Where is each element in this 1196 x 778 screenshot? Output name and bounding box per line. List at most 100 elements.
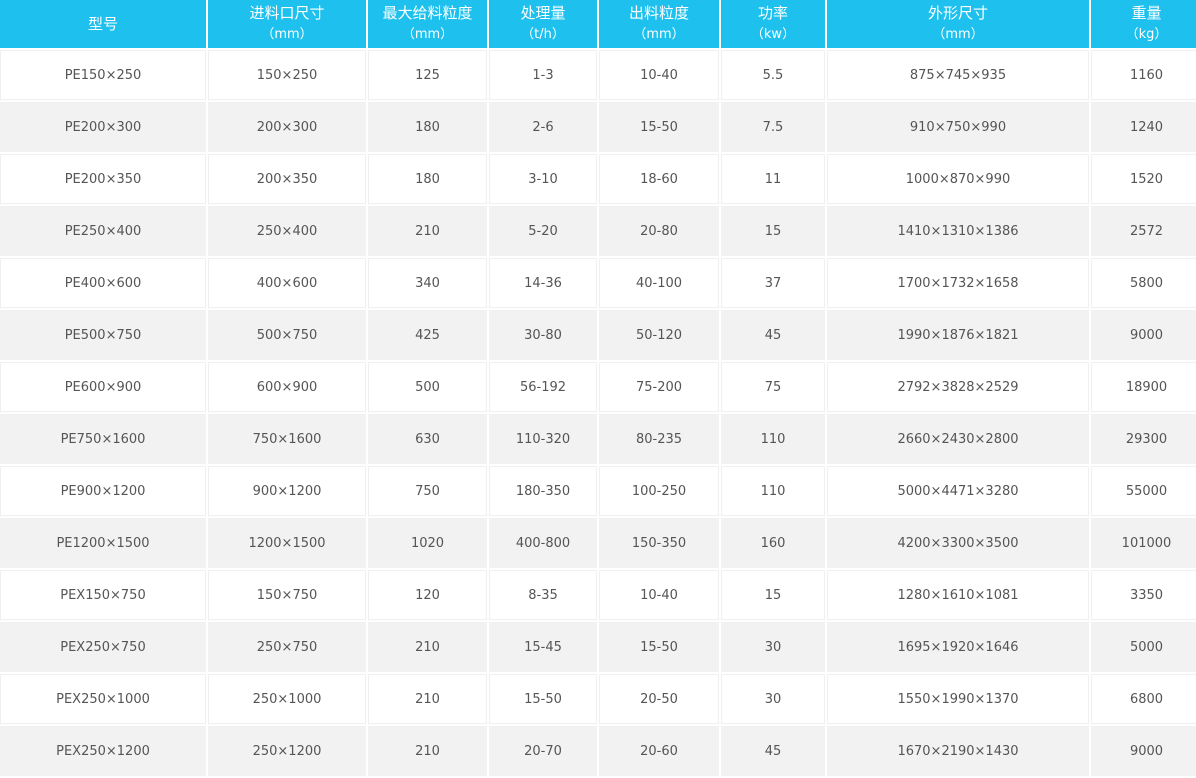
cell-capacity: 400-800 <box>489 518 597 568</box>
cell-output-size: 80-235 <box>599 414 719 464</box>
col-header-unit: （kg） <box>1125 27 1168 42</box>
cell-capacity: 2-6 <box>489 102 597 152</box>
col-header-unit: （mm） <box>633 27 685 42</box>
cell-max-feed: 180 <box>368 102 487 152</box>
cell-feed-opening: 900×1200 <box>208 466 366 516</box>
cell-max-feed: 210 <box>368 674 487 724</box>
table-row: PE500×750 500×750 425 30-80 50-120 45 1990×187… <box>0 310 1196 360</box>
cell-max-feed: 210 <box>368 726 487 776</box>
cell-feed-opening: 500×750 <box>208 310 366 360</box>
cell-capacity: 15-45 <box>489 622 597 672</box>
col-header-weight: 重量 （kg） <box>1091 0 1196 48</box>
cell-weight: 55000 <box>1091 466 1196 516</box>
table-row: PEX250×1200 250×1200 210 20-70 20-60 45 1670×2… <box>0 726 1196 776</box>
cell-feed-opening: 600×900 <box>208 362 366 412</box>
cell-model: PEX150×750 <box>0 570 206 620</box>
col-header-feed-opening: 进料口尺寸 （mm） <box>208 0 366 48</box>
cell-capacity: 14-36 <box>489 258 597 308</box>
cell-dimensions: 5000×4471×3280 <box>827 466 1089 516</box>
table-row: PE1200×1500 1200×1500 1020 400-800 150-350 16… <box>0 518 1196 568</box>
cell-dimensions: 1990×1876×1821 <box>827 310 1089 360</box>
header-row: 型号 进料口尺寸 （mm） 最大给料粒度 （mm） 处理量 （t/h） 出料粒度… <box>0 0 1196 48</box>
col-header-unit: （mm） <box>401 27 454 42</box>
cell-capacity: 8-35 <box>489 570 597 620</box>
col-header-unit: （t/h） <box>521 27 565 42</box>
col-header-label: 功率 <box>757 4 788 22</box>
cell-model: PE500×750 <box>0 310 206 360</box>
cell-dimensions: 1695×1920×1646 <box>827 622 1089 672</box>
cell-output-size: 15-50 <box>599 622 719 672</box>
col-header-max-feed: 最大给料粒度 （mm） <box>368 0 487 48</box>
table-row: PEX150×750 150×750 120 8-35 10-40 15 1280×1610… <box>0 570 1196 620</box>
cell-model: PE400×600 <box>0 258 206 308</box>
cell-weight: 101000 <box>1091 518 1196 568</box>
cell-weight: 2572 <box>1091 206 1196 256</box>
cell-max-feed: 500 <box>368 362 487 412</box>
cell-max-feed: 750 <box>368 466 487 516</box>
cell-output-size: 18-60 <box>599 154 719 204</box>
table-row: PE250×400 250×400 210 5-20 20-80 15 1410×1310×… <box>0 206 1196 256</box>
spec-table: 型号 进料口尺寸 （mm） 最大给料粒度 （mm） 处理量 （t/h） 出料粒度… <box>0 0 1196 778</box>
cell-power: 110 <box>721 466 825 516</box>
table-row: PE200×300 200×300 180 2-6 15-50 7.5 910×750×99… <box>0 102 1196 152</box>
cell-output-size: 20-80 <box>599 206 719 256</box>
cell-capacity: 5-20 <box>489 206 597 256</box>
cell-weight: 5000 <box>1091 622 1196 672</box>
col-header-label: 进料口尺寸 <box>249 4 325 22</box>
cell-dimensions: 1410×1310×1386 <box>827 206 1089 256</box>
cell-feed-opening: 250×1200 <box>208 726 366 776</box>
cell-weight: 9000 <box>1091 726 1196 776</box>
cell-model: PEX250×1000 <box>0 674 206 724</box>
col-header-label: 外形尺寸 <box>927 4 988 22</box>
cell-output-size: 150-350 <box>599 518 719 568</box>
table-row: PEX250×750 250×750 210 15-45 15-50 30 1695×192… <box>0 622 1196 672</box>
cell-dimensions: 1000×870×990 <box>827 154 1089 204</box>
cell-weight: 5800 <box>1091 258 1196 308</box>
cell-feed-opening: 250×750 <box>208 622 366 672</box>
cell-output-size: 10-40 <box>599 50 719 100</box>
col-header-label: 重量 <box>1131 4 1162 22</box>
cell-capacity: 30-80 <box>489 310 597 360</box>
cell-max-feed: 180 <box>368 154 487 204</box>
col-header-label: 出料粒度 <box>628 4 689 22</box>
cell-output-size: 10-40 <box>599 570 719 620</box>
cell-weight: 1240 <box>1091 102 1196 152</box>
col-header-power: 功率 （kw） <box>721 0 825 48</box>
table-body: PE150×250 150×250 125 1-3 10-40 5.5 875×745×93… <box>0 50 1196 776</box>
cell-power: 45 <box>721 726 825 776</box>
cell-feed-opening: 200×350 <box>208 154 366 204</box>
table-row: PE900×1200 900×1200 750 180-350 100-250 110 50… <box>0 466 1196 516</box>
cell-power: 7.5 <box>721 102 825 152</box>
col-header-label: 型号 <box>87 14 118 33</box>
cell-max-feed: 125 <box>368 50 487 100</box>
cell-model: PE1200×1500 <box>0 518 206 568</box>
cell-power: 15 <box>721 570 825 620</box>
col-header-dimensions: 外形尺寸 （mm） <box>827 0 1089 48</box>
cell-model: PEX250×1200 <box>0 726 206 776</box>
cell-weight: 18900 <box>1091 362 1196 412</box>
col-header-model: 型号 <box>0 0 206 48</box>
cell-feed-opening: 250×400 <box>208 206 366 256</box>
col-header-label: 处理量 <box>520 4 566 22</box>
cell-dimensions: 4200×3300×3500 <box>827 518 1089 568</box>
col-header-unit: （mm） <box>932 27 984 42</box>
cell-dimensions: 875×745×935 <box>827 50 1089 100</box>
cell-power: 45 <box>721 310 825 360</box>
cell-max-feed: 210 <box>368 622 487 672</box>
table-row: PE150×250 150×250 125 1-3 10-40 5.5 875×745×93… <box>0 50 1196 100</box>
cell-output-size: 20-60 <box>599 726 719 776</box>
cell-output-size: 15-50 <box>599 102 719 152</box>
cell-dimensions: 2660×2430×2800 <box>827 414 1089 464</box>
cell-feed-opening: 150×250 <box>208 50 366 100</box>
cell-power: 160 <box>721 518 825 568</box>
cell-dimensions: 910×750×990 <box>827 102 1089 152</box>
cell-dimensions: 1550×1990×1370 <box>827 674 1089 724</box>
cell-weight: 6800 <box>1091 674 1196 724</box>
cell-power: 15 <box>721 206 825 256</box>
cell-feed-opening: 400×600 <box>208 258 366 308</box>
cell-max-feed: 340 <box>368 258 487 308</box>
cell-model: PE200×350 <box>0 154 206 204</box>
cell-model: PE600×900 <box>0 362 206 412</box>
cell-dimensions: 1670×2190×1430 <box>827 726 1089 776</box>
cell-output-size: 40-100 <box>599 258 719 308</box>
